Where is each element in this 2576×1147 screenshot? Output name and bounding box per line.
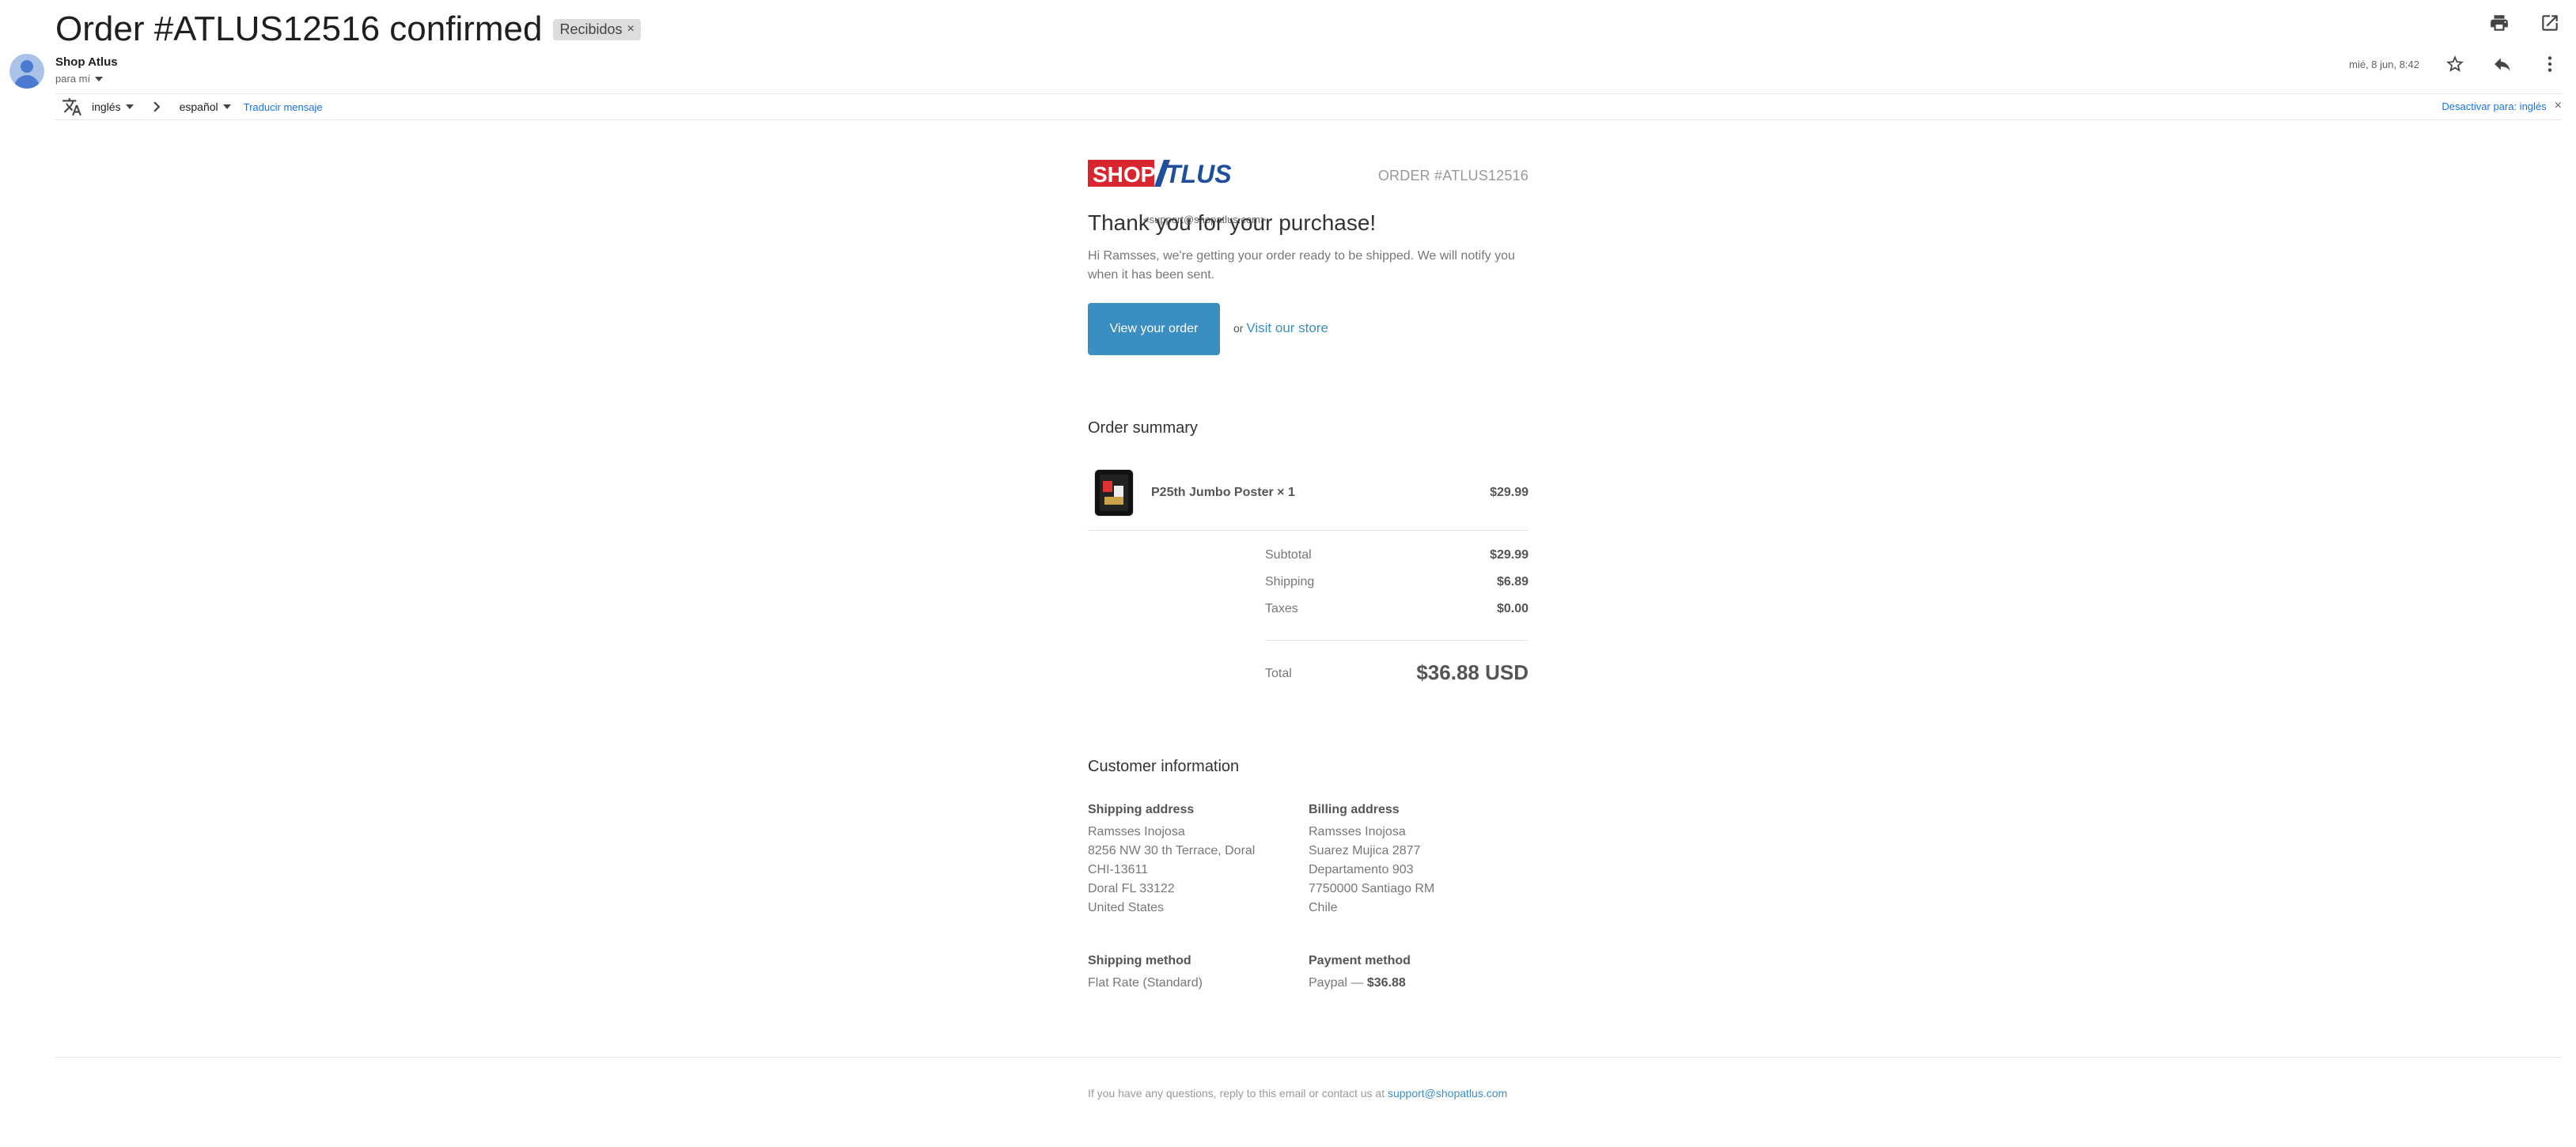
- translate-icon: [60, 95, 84, 119]
- sender-line: Shop Atlus <support@shopatlus.com>: [55, 55, 1267, 225]
- total-label: Total: [1265, 667, 1292, 680]
- disable-translation: Desactivar para: inglés ×: [2442, 99, 2562, 113]
- open-in-new-window-icon[interactable]: [2538, 11, 2562, 35]
- chevron-right-icon: [145, 95, 169, 119]
- shipping-address-title: Shipping address: [1088, 803, 1195, 816]
- payment-amount: $36.88: [1366, 976, 1406, 990]
- translate-bar: inglés español Traducir mensaje Desactiv…: [55, 93, 2562, 120]
- address-line: Ramsses Inojosa: [1088, 825, 1185, 838]
- address-line: 7750000 Santiago RM: [1309, 882, 1435, 895]
- shop-atlus-logo[interactable]: SHOP TLUS: [1088, 158, 1232, 188]
- store-link-line: or Visit our store: [1233, 320, 1328, 336]
- view-order-button[interactable]: View your order: [1088, 303, 1220, 355]
- intro-text: Hi Ramsses, we're getting your order rea…: [1088, 249, 1515, 282]
- address-line: 8256 NW 30 th Terrace, Doral: [1088, 844, 1256, 857]
- target-language: español: [179, 100, 218, 113]
- chevron-down-icon[interactable]: [95, 76, 104, 81]
- sender-avatar[interactable]: [9, 54, 44, 89]
- thank-you-heading: Thank you for your purchase!: [1088, 210, 1377, 235]
- translate-message-link[interactable]: Traducir mensaje: [244, 101, 323, 113]
- billing-address-title: Billing address: [1309, 803, 1400, 816]
- order-line-item: P25th Jumbo Poster × 1 $29.99: [1088, 464, 1529, 531]
- totals-divider: [1265, 640, 1529, 641]
- svg-text:SHOP: SHOP: [1093, 162, 1155, 187]
- taxes-value: $0.00: [1496, 602, 1529, 615]
- target-language-select[interactable]: español: [180, 100, 231, 113]
- email-footer: If you have any questions, reply to this…: [1088, 1087, 1507, 1100]
- disable-translation-link[interactable]: Desactivar para: inglés: [2442, 100, 2546, 112]
- address-line: Doral FL 33122: [1088, 882, 1175, 895]
- inbox-label-chip[interactable]: Recibidos ×: [553, 18, 641, 40]
- payment-method-name: Paypal —: [1309, 976, 1367, 990]
- footer-divider: [55, 1057, 2562, 1058]
- message-actions: mié, 8 jun, 8:42: [2349, 52, 2562, 76]
- address-line: Suarez Mujica 2877: [1309, 844, 1421, 857]
- visit-store-link[interactable]: Visit our store: [1246, 320, 1328, 335]
- taxes-label: Taxes: [1265, 602, 1298, 615]
- item-price: $29.99: [1490, 486, 1529, 499]
- message-date: mié, 8 jun, 8:42: [2349, 58, 2419, 70]
- recipient-text: para mí: [55, 73, 91, 85]
- subtotal-label: Subtotal: [1265, 548, 1312, 562]
- product-thumbnail: [1094, 469, 1134, 517]
- more-options-icon[interactable]: [2538, 52, 2562, 76]
- total-value: $36.88 USD: [1416, 661, 1529, 684]
- chevron-down-icon: [125, 104, 134, 109]
- source-language: inglés: [92, 100, 121, 113]
- order-number: ORDER #ATLUS12516: [1377, 168, 1529, 184]
- sender-name[interactable]: Shop Atlus: [55, 55, 118, 69]
- support-email-link[interactable]: support@shopatlus.com: [1388, 1087, 1507, 1100]
- close-icon[interactable]: ×: [2555, 99, 2562, 113]
- remove-label-icon[interactable]: ×: [627, 22, 635, 36]
- chevron-down-icon: [222, 104, 231, 109]
- subtotal-row: Subtotal $29.99: [1265, 548, 1529, 562]
- address-line: United States: [1088, 901, 1165, 914]
- footer-text: If you have any questions, reply to this…: [1088, 1087, 1388, 1100]
- shipping-row: Shipping $6.89: [1265, 575, 1529, 589]
- shipping-method-title: Shipping method: [1088, 954, 1191, 967]
- address-line: Ramsses Inojosa: [1309, 825, 1406, 838]
- svg-text:TLUS: TLUS: [1165, 160, 1232, 188]
- address-line: Chile: [1309, 901, 1338, 914]
- subtotal-value: $29.99: [1490, 548, 1529, 562]
- shipping-method-value: Flat Rate (Standard): [1088, 976, 1203, 990]
- address-line: Departamento 903: [1309, 863, 1414, 876]
- source-language-select[interactable]: inglés: [92, 100, 134, 113]
- or-text: or: [1233, 322, 1244, 335]
- shipping-label: Shipping: [1265, 575, 1315, 589]
- star-icon[interactable]: [2443, 52, 2467, 76]
- payment-method: Payment method Paypal — $36.88: [1309, 952, 1530, 993]
- payment-method-title: Payment method: [1309, 954, 1411, 967]
- top-toolbar: [2487, 11, 2562, 35]
- item-name: P25th Jumbo Poster × 1: [1151, 486, 1295, 499]
- reply-icon[interactable]: [2491, 52, 2514, 76]
- email-subject: Order #ATLUS12516 confirmed Recibidos ×: [55, 9, 641, 49]
- print-icon[interactable]: [2487, 11, 2511, 35]
- label-text: Recibidos: [559, 21, 623, 37]
- address-line: CHI-13611: [1088, 863, 1149, 876]
- shipping-address: Shipping address Ramsses Inojosa 8256 NW…: [1088, 801, 1309, 918]
- shipping-value: $6.89: [1496, 575, 1529, 589]
- customer-info-title: Customer information: [1088, 758, 1240, 775]
- recipient-details[interactable]: para mí: [55, 73, 104, 85]
- billing-address: Billing address Ramsses Inojosa Suarez M…: [1309, 801, 1530, 918]
- order-summary-title: Order summary: [1088, 419, 1198, 437]
- shipping-method: Shipping method Flat Rate (Standard): [1088, 952, 1309, 993]
- taxes-row: Taxes $0.00: [1265, 602, 1529, 616]
- subject-text: Order #ATLUS12516 confirmed: [55, 9, 543, 48]
